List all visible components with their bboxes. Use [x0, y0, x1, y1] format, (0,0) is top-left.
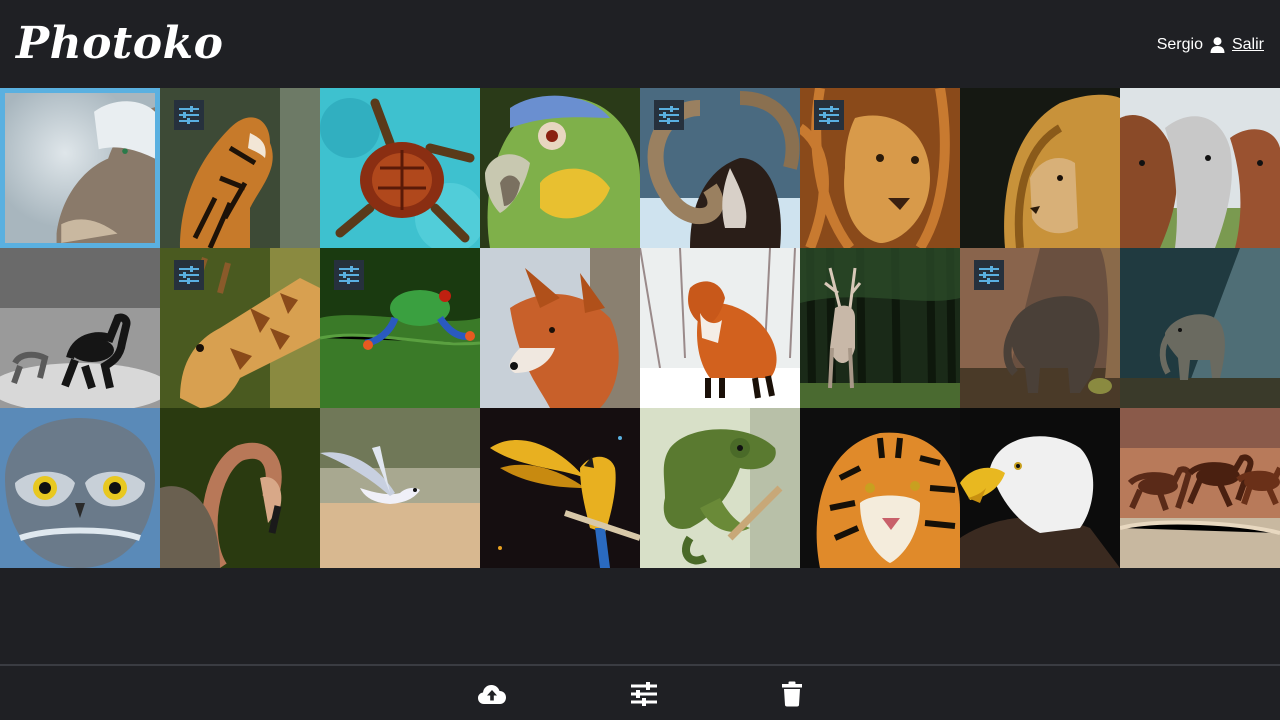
photo-image [480, 88, 640, 248]
edited-badge [654, 100, 684, 130]
photo-thumbnail-seagull[interactable] [320, 408, 480, 568]
edited-badge [174, 260, 204, 290]
photo-image [800, 408, 960, 568]
delete-button[interactable] [776, 680, 808, 708]
photo-thumbnail-horses-galloping[interactable] [1120, 408, 1280, 568]
photo-thumbnail-macaw[interactable] [480, 408, 640, 568]
photo-thumbnail-elephant-in-light[interactable] [1120, 248, 1280, 408]
user-icon [1210, 37, 1225, 53]
photo-image [160, 408, 320, 568]
app-header: Photoko Sergio Salir [0, 0, 1280, 88]
app-logo[interactable]: Photoko [16, 14, 223, 74]
trash-icon [782, 681, 802, 707]
photo-image [640, 248, 800, 408]
photo-thumbnail-wolf-in-snow[interactable] [0, 88, 160, 248]
photo-thumbnail-ram[interactable] [640, 88, 800, 248]
photo-image [640, 408, 800, 568]
adjust-button[interactable] [628, 680, 660, 708]
cloud-upload-icon [478, 685, 506, 704]
photo-thumbnail-baby-elephant[interactable] [960, 248, 1120, 408]
sliders-icon [631, 682, 657, 706]
photo-image [1120, 248, 1280, 408]
photo-image [320, 88, 480, 248]
photo-image [5, 93, 155, 243]
photo-image [960, 408, 1120, 568]
user-area: Sergio Salir [1157, 34, 1264, 56]
edited-badge [334, 260, 364, 290]
photo-image [1120, 88, 1280, 248]
edited-badge [174, 100, 204, 130]
sliders-icon [819, 106, 839, 124]
photo-thumbnail-lion-profile[interactable] [960, 88, 1120, 248]
photo-image [0, 408, 160, 568]
edited-badge [814, 100, 844, 130]
photo-thumbnail-tree-frog[interactable] [320, 248, 480, 408]
logout-link[interactable]: Salir [1232, 34, 1264, 56]
upload-button[interactable] [476, 680, 508, 708]
bottom-toolbar [0, 664, 1280, 720]
sliders-icon [659, 106, 679, 124]
edited-badge [974, 260, 1004, 290]
photo-thumbnail-bald-eagle[interactable] [960, 408, 1120, 568]
photo-thumbnail-sea-turtle[interactable] [320, 88, 480, 248]
photo-image [0, 248, 160, 408]
photo-thumbnail-tiger-face[interactable] [800, 408, 960, 568]
sliders-icon [979, 266, 999, 284]
photo-thumbnail-tiger-roaring[interactable] [160, 88, 320, 248]
photo-thumbnail-fox-in-snow[interactable] [640, 248, 800, 408]
photo-grid [0, 88, 1280, 568]
user-name: Sergio [1156, 36, 1203, 53]
photo-image [1120, 408, 1280, 568]
photo-thumbnail-giraffe[interactable] [160, 248, 320, 408]
photo-thumbnail-owl[interactable] [0, 408, 160, 568]
photo-image [800, 248, 960, 408]
photo-thumbnail-lion-face[interactable] [800, 88, 960, 248]
photo-thumbnail-chameleon[interactable] [640, 408, 800, 568]
photo-image [480, 248, 640, 408]
sliders-icon [339, 266, 359, 284]
photo-image [480, 408, 640, 568]
photo-thumbnail-horse-running-bw[interactable] [0, 248, 160, 408]
sliders-icon [179, 266, 199, 284]
sliders-icon [179, 106, 199, 124]
photo-thumbnail-horses[interactable] [1120, 88, 1280, 248]
photo-thumbnail-flamingo[interactable] [160, 408, 320, 568]
photo-thumbnail-parrot-head[interactable] [480, 88, 640, 248]
photo-thumbnail-fox-portrait[interactable] [480, 248, 640, 408]
photo-thumbnail-deer-in-forest[interactable] [800, 248, 960, 408]
photo-image [320, 408, 480, 568]
photo-image [960, 88, 1120, 248]
